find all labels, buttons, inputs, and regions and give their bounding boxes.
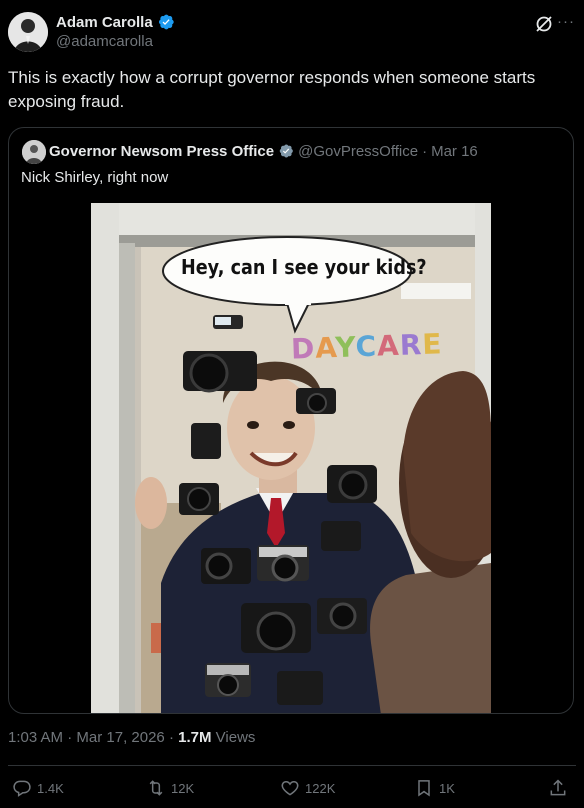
quoted-tweet-date[interactable]: Mar 16 [431,143,478,160]
divider [8,765,576,766]
sign-letter: Y [334,330,357,365]
author-avatar[interactable] [8,12,48,52]
author-name[interactable]: Adam Carolla [56,14,153,31]
reply-icon [12,778,32,798]
tweet-meta: 1:03 AM · Mar 17, 2026 · 1.7M Views [8,729,255,746]
quoted-author-avatar[interactable] [22,140,46,164]
meta-separator: · [422,142,428,160]
sign-letter: D [290,331,316,366]
reply-count: 1.4K [37,780,64,796]
like-count: 122K [305,780,336,796]
heart-icon [280,778,300,798]
author-handle[interactable]: @adamcarolla [56,33,153,50]
speech-bubble-text: Hey, can I see your kids? [181,255,427,279]
tweet-header: Adam Carolla @adamcarolla ··· [8,12,576,52]
quoted-tweet-card[interactable]: Governor Newsom Press Office @GovPressOf… [8,127,574,714]
reply-button[interactable]: 1.4K [12,778,64,798]
retweet-icon [146,778,166,798]
daycare-sign: DAYCARE [290,327,443,365]
sign-letter: C [354,329,378,364]
verified-badge-icon [157,13,175,31]
retweet-button[interactable]: 12K [146,778,194,798]
retweet-count: 12K [171,780,195,796]
tweet-text: This is exactly how a corrupt governor r… [8,68,536,111]
tweet-date[interactable]: Mar 17, 2026 [76,729,164,746]
tweet-time[interactable]: 1:03 AM [8,729,63,746]
sign-letter: R [399,328,423,362]
quoted-author-name[interactable]: Governor Newsom Press Office [49,143,274,160]
views-label: Views [215,729,256,746]
share-icon [548,778,568,798]
meta-separator: · [168,729,174,746]
views-count: 1.7M [178,729,212,746]
quoted-tweet-text: Nick Shirley, right now [21,169,169,186]
more-icon[interactable]: ··· [556,14,576,32]
like-button[interactable]: 122K [280,778,335,798]
grok-icon[interactable] [534,14,554,34]
verified-badge-icon [278,143,294,159]
action-bar: 1.4K 12K 122K 1K [12,778,572,802]
bookmark-count: 1K [439,780,455,796]
sign-letter: E [421,327,443,362]
bookmark-icon [414,778,434,798]
quoted-author-handle[interactable]: @GovPressOffice [298,143,418,160]
sign-letter: A [376,328,401,363]
bookmark-button[interactable]: 1K [414,778,455,798]
meta-separator: · [67,729,73,746]
quoted-tweet-image[interactable]: Hey, can I see your kids? DAYCARE [91,203,491,713]
sign-letter: A [314,331,336,365]
share-button[interactable] [548,778,568,798]
